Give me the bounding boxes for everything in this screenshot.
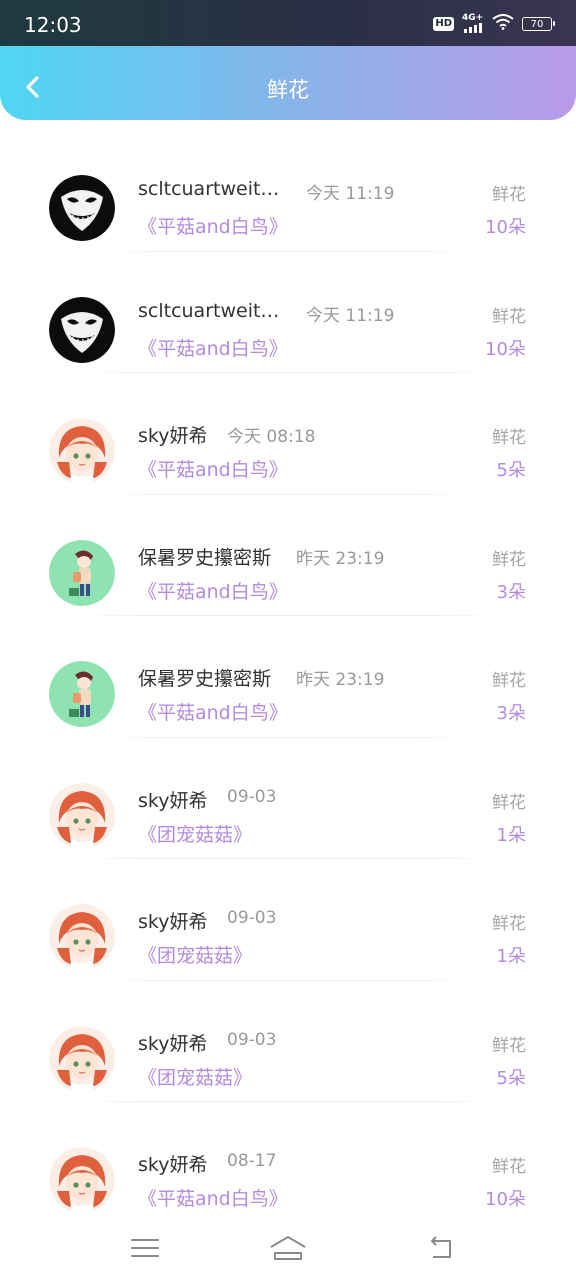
gift-type-label: 鲜花 [492,549,526,570]
return-button[interactable] [417,1228,461,1268]
list-item[interactable]: scltcuartweit… 今天 11:19 《平菇and白鸟》 鲜花 10朵 [0,252,576,373]
gift-count: 1朵 [496,824,526,846]
sender-name: sky妍希 [138,1032,208,1055]
book-title-link[interactable]: 《平菇and白鸟》 [138,455,288,482]
list-item[interactable]: 保暑罗史攥密斯 昨天 23:19 《平菇and白鸟》 鲜花 3朵 [0,495,576,616]
gift-type-label: 鲜花 [492,306,526,327]
sender-name: sky妍希 [138,789,208,812]
status-icons: HD 4G+ 70 [433,13,555,34]
skull-mask-avatar[interactable] [49,296,115,363]
wifi-icon [492,14,514,34]
app-header: 12:03 HD 4G+ 70 鲜花 [0,0,576,120]
sender-name: sky妍希 [138,425,208,447]
anime-girl-avatar[interactable] [49,418,115,484]
sender-name: scltcuartweit… [138,178,280,200]
sender-name: 保暑罗史攥密斯 [138,546,272,569]
back-icon [431,1236,451,1258]
gift-count: 5朵 [496,460,526,481]
anime-boy-avatar[interactable] [49,661,115,727]
book-title-link[interactable]: 《平菇and白鸟》 [138,334,288,361]
list-item[interactable]: scltcuartweit… 今天 11:19 《平菇and白鸟》 鲜花 10朵 [0,130,576,252]
page-title: 鲜花 [267,78,309,102]
list-item[interactable]: sky妍希 08-17 《平菇and白鸟》 鲜花 10朵 [0,1102,576,1224]
battery-icon: 70 [522,17,555,31]
anime-boy-avatar[interactable] [49,539,115,606]
gift-time: 昨天 23:19 [296,670,385,690]
anime-girl-avatar[interactable] [49,1025,115,1092]
gift-time: 今天 11:19 [306,184,395,204]
gift-count: 3朵 [496,703,526,724]
sender-name: 保暑罗史攥密斯 [138,668,272,690]
gift-type-label: 鲜花 [492,185,526,205]
list-item[interactable]: 保暑罗史攥密斯 昨天 23:19 《平菇and白鸟》 鲜花 3朵 [0,616,576,738]
anime-girl-avatar[interactable] [49,1147,115,1213]
gift-type-label: 鲜花 [492,1035,526,1056]
gift-time: 昨天 23:19 [296,548,385,569]
gift-count: 5朵 [496,1067,526,1089]
home-icon [270,1236,306,1260]
book-title-link[interactable]: 《平菇and白鸟》 [138,1184,288,1211]
book-title-link[interactable]: 《平菇and白鸟》 [138,212,288,239]
signal-icon: 4G+ [462,13,484,33]
gift-count: 3朵 [496,581,526,603]
book-title-link[interactable]: 《团宠菇菇》 [138,820,252,847]
anime-girl-avatar[interactable] [49,904,115,970]
hd-icon: HD [433,17,454,31]
status-bar: 12:03 HD 4G+ 70 [0,0,576,46]
list-item[interactable]: sky妍希 今天 08:18 《平菇and白鸟》 鲜花 5朵 [0,373,576,495]
gift-type-label: 鲜花 [492,671,526,691]
menu-icon [131,1239,159,1257]
system-nav-bar [0,1220,576,1280]
sender-name: scltcuartweit… [138,299,280,322]
gift-type-label: 鲜花 [492,1157,526,1177]
battery-level: 70 [530,18,544,30]
skull-mask-avatar[interactable] [49,175,115,241]
gift-time: 09-03 [227,908,277,928]
list-item[interactable]: sky妍希 09-03 《团宠菇菇》 鲜花 1朵 [0,738,576,859]
gift-time: 09-03 [227,786,277,807]
home-button[interactable] [266,1228,310,1268]
gift-time: 今天 11:19 [306,305,395,326]
gift-time: 08-17 [227,1151,277,1171]
book-title-link[interactable]: 《团宠菇菇》 [138,941,252,968]
book-title-link[interactable]: 《平菇and白鸟》 [138,577,288,604]
gift-count: 10朵 [485,1189,526,1210]
sender-name: sky妍希 [138,1154,208,1176]
status-time: 12:03 [24,13,82,37]
gift-type-label: 鲜花 [492,792,526,813]
network-label: 4G+ [462,13,484,23]
gift-list: scltcuartweit… 今天 11:19 《平菇and白鸟》 鲜花 10朵 sclt… [0,130,576,1224]
gift-count: 10朵 [485,217,526,238]
anime-girl-avatar[interactable] [49,782,115,849]
gift-time: 今天 08:18 [227,427,316,447]
gift-type-label: 鲜花 [492,914,526,934]
sender-name: sky妍希 [138,911,208,933]
book-title-link[interactable]: 《团宠菇菇》 [138,1063,252,1090]
list-item[interactable]: sky妍希 09-03 《团宠菇菇》 鲜花 5朵 [0,981,576,1102]
gift-count: 10朵 [485,338,526,360]
gift-time: 09-03 [227,1029,277,1050]
gift-type-label: 鲜花 [492,428,526,448]
gift-count: 1朵 [496,946,526,967]
list-item[interactable]: sky妍希 09-03 《团宠菇菇》 鲜花 1朵 [0,859,576,981]
menu-button[interactable] [123,1228,167,1268]
book-title-link[interactable]: 《平菇and白鸟》 [138,698,288,725]
